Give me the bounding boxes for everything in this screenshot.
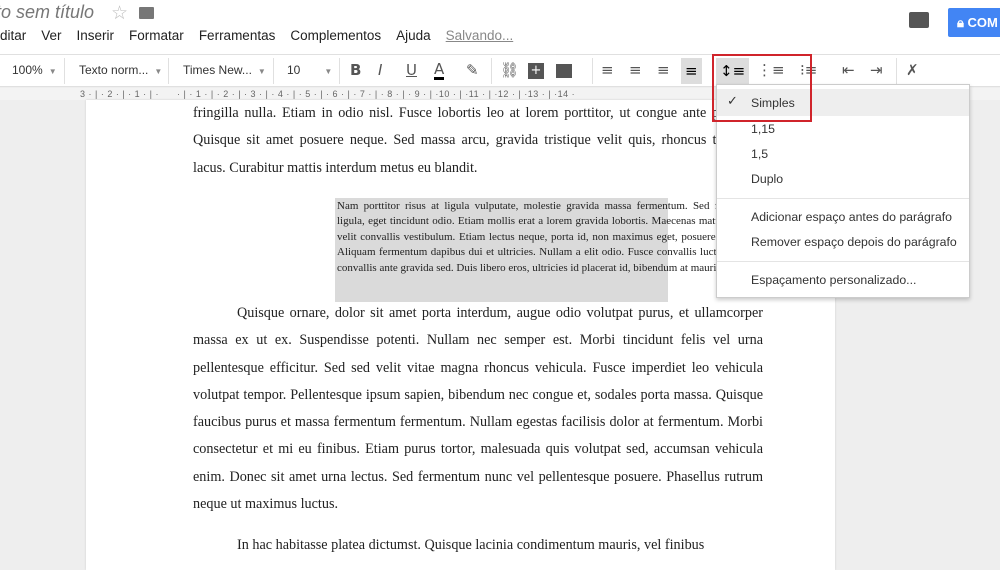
highlight-icon[interactable]: ✎ <box>466 61 479 79</box>
align-left-icon[interactable]: ≡ <box>601 61 614 79</box>
underline-icon[interactable]: U <box>406 61 417 79</box>
menu-ferramentas[interactable]: Ferramentas <box>199 28 276 43</box>
font-value: Times New... <box>183 63 252 77</box>
italic-icon[interactable]: I <box>378 61 382 79</box>
spacing-1-5[interactable]: 1,5 <box>751 147 768 161</box>
align-right-icon[interactable]: ≡ <box>657 61 670 79</box>
comment-add-icon[interactable]: + <box>528 63 544 79</box>
align-center-icon[interactable]: ≡ <box>629 61 642 79</box>
highlight-box <box>712 54 812 122</box>
style-select[interactable]: Texto norm... ▼ <box>79 63 162 77</box>
justify-icon[interactable]: ≡ <box>681 58 702 84</box>
paragraph: Quisque ornare, dolor sit amet porta int… <box>193 305 763 513</box>
selected-quote: Nam porttitor risus at ligula vulputate,… <box>335 198 765 302</box>
paragraph: In hac habitasse platea dictumst. Quisqu… <box>237 537 705 553</box>
custom-spacing[interactable]: Espaçamento personalizado... <box>751 273 916 287</box>
quote-text: Nam porttitor risus at ligula vulputate,… <box>337 200 763 274</box>
bold-icon[interactable]: B <box>350 61 361 79</box>
zoom-select[interactable]: 100% ▼ <box>12 63 57 77</box>
header: to sem título ☆ ditar Ver Inserir Format… <box>0 0 1000 54</box>
comments-icon[interactable] <box>909 12 929 28</box>
font-select[interactable]: Times New... ▼ <box>183 63 266 77</box>
lock-icon: 🔒︎ <box>957 15 964 30</box>
paragraph: fringilla nulla. Etiam in odio nisl. Fus… <box>193 105 763 176</box>
share-button[interactable]: 🔒︎ COM <box>948 8 1000 37</box>
menu-editar[interactable]: ditar <box>0 28 26 43</box>
menu-formatar[interactable]: Formatar <box>129 28 184 43</box>
text-color-icon[interactable]: A <box>434 61 445 80</box>
zoom-value: 100% <box>12 63 43 77</box>
menu-inserir[interactable]: Inserir <box>77 28 115 43</box>
save-status: Salvando... <box>445 28 514 43</box>
link-icon[interactable]: ⛓ <box>500 61 519 79</box>
spacing-1-15[interactable]: 1,15 <box>751 122 775 136</box>
font-size-value: 10 <box>287 63 301 77</box>
clear-formatting-icon[interactable]: ✗ <box>906 61 919 79</box>
menu-ver[interactable]: Ver <box>41 28 61 43</box>
spacing-duplo[interactable]: Duplo <box>751 172 783 186</box>
image-icon[interactable] <box>556 64 572 78</box>
menu-ajuda[interactable]: Ajuda <box>396 28 431 43</box>
font-size-select[interactable]: 10 ▼ <box>287 63 335 77</box>
decrease-indent-icon[interactable]: ⇤ <box>842 61 855 79</box>
increase-indent-icon[interactable]: ⇥ <box>870 61 883 79</box>
share-label: COM <box>967 15 998 30</box>
add-space-before[interactable]: Adicionar espaço antes do parágrafo <box>751 210 952 224</box>
style-value: Texto norm... <box>79 63 149 77</box>
star-icon[interactable]: ☆ <box>111 2 128 25</box>
document-title[interactable]: to sem título <box>0 2 94 23</box>
toolbar: 100% ▼ Texto norm... ▼ Times New... ▼ 10 ▼ B… <box>0 54 1000 87</box>
menu-bar: ditar Ver Inserir Formatar Ferramentas C… <box>0 28 528 43</box>
remove-space-after[interactable]: Remover espaço depois do parágrafo <box>751 235 957 249</box>
menu-complementos[interactable]: Complementos <box>290 28 381 43</box>
folder-icon[interactable] <box>139 7 154 19</box>
